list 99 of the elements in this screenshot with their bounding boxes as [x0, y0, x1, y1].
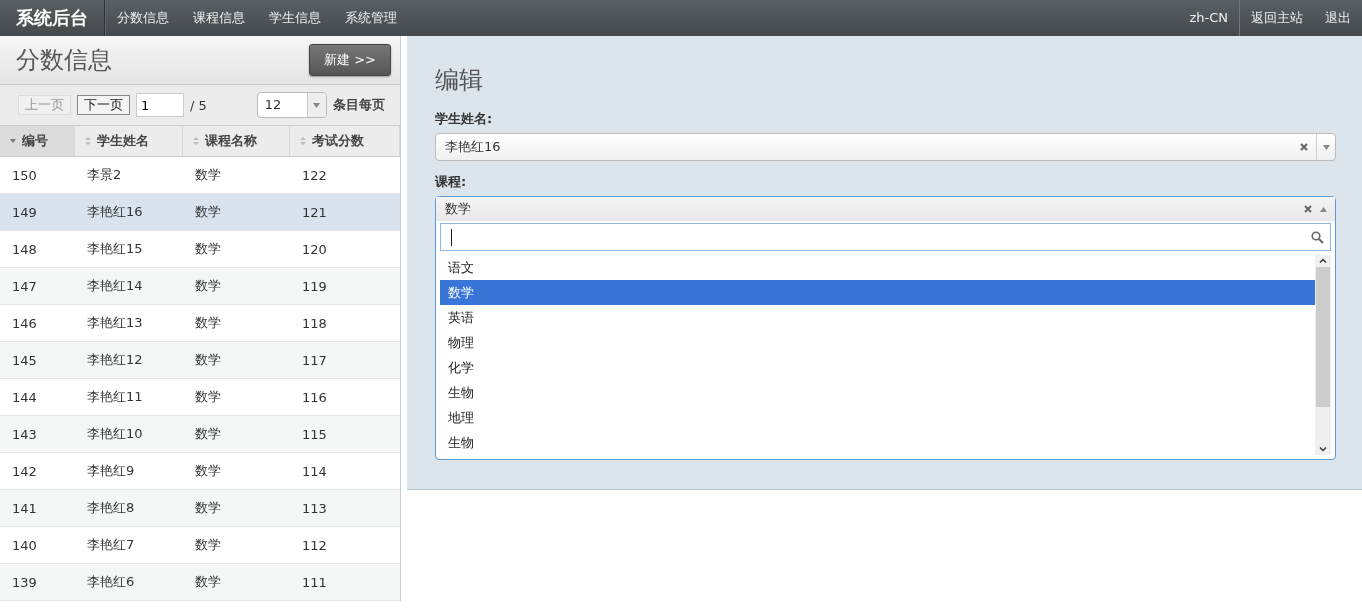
dropdown-option[interactable]: 英语	[440, 305, 1315, 330]
table-cell-text: 122	[301, 167, 328, 183]
table-cell-text: 数学	[194, 462, 222, 480]
dropdown-option[interactable]: 数学	[440, 280, 1315, 305]
table-cell-text: 112	[301, 537, 328, 553]
table-cell-text: 数学	[194, 536, 222, 554]
column-header[interactable]: 课程名称	[183, 126, 290, 156]
column-header[interactable]: 编号	[0, 126, 75, 156]
chevron-down-icon	[1319, 447, 1327, 452]
table-row[interactable]: 141 李艳红8 数学 113	[0, 490, 400, 527]
nav-link[interactable]: zh-CN	[1178, 0, 1239, 36]
caret-up-icon	[1320, 206, 1327, 212]
table-cell-text: 李艳红14	[86, 277, 144, 295]
dropdown-option[interactable]: 语文	[440, 255, 1315, 280]
caret-icon	[313, 102, 321, 108]
sort-icon	[193, 137, 199, 145]
page-input[interactable]: 1	[136, 93, 184, 117]
table-cell-text: 李景2	[86, 166, 123, 184]
table-cell-text: 李艳红7	[86, 536, 136, 554]
table-cell-text: 141	[11, 500, 38, 516]
nav-link[interactable]: 分数信息	[105, 0, 181, 36]
course-select[interactable]: 数学 语文 数学 英语 物理 化学 生物 地理 生物	[435, 196, 1336, 460]
table-row[interactable]: 145 李艳红12 数学 117	[0, 342, 400, 379]
table-cell-text: 149	[11, 204, 38, 220]
table-cell-text: 148	[11, 241, 38, 257]
table-cell-text: 119	[301, 278, 328, 294]
field-label: 课程:	[435, 173, 468, 191]
dropdown-option[interactable]: 物理	[440, 330, 1315, 355]
table-cell-text: 李艳红6	[86, 573, 136, 591]
table-row[interactable]: 143 李艳红10 数学 115	[0, 416, 400, 453]
table-cell-text: 139	[11, 574, 38, 590]
sort-icon	[85, 137, 91, 145]
table-cell-text: 150	[11, 167, 38, 183]
table-cell-text: 李艳红13	[86, 314, 144, 332]
table-cell-text: 113	[301, 500, 328, 516]
edit-title: 编辑	[435, 65, 484, 96]
clear-icon[interactable]	[1304, 205, 1312, 213]
field-label: 学生姓名:	[435, 110, 494, 128]
column-header[interactable]: 考试分数	[290, 126, 400, 156]
search-field[interactable]	[440, 223, 1331, 251]
column-header[interactable]: 学生姓名	[75, 126, 183, 156]
table-cell-text: 数学	[194, 499, 222, 517]
table-cell-text: 数学	[194, 573, 222, 591]
chevron-up-icon	[1319, 258, 1327, 263]
search-icon	[1311, 230, 1324, 244]
nav-link[interactable]: 课程信息	[181, 0, 257, 36]
table-cell-text: 李艳红16	[86, 203, 144, 221]
table-cell-text: 114	[301, 463, 328, 479]
student-select[interactable]: 李艳红16	[435, 133, 1336, 161]
page-size-label: 条目每页	[332, 96, 385, 114]
dropdown-option[interactable]: 生物	[440, 430, 1315, 455]
table-cell-text: 145	[11, 352, 38, 368]
table-cell-text: 115	[301, 426, 328, 442]
table-cell-text: 李艳红9	[86, 462, 136, 480]
dropdown-option[interactable]: 化学	[440, 355, 1315, 380]
clear-icon[interactable]	[1300, 143, 1308, 151]
table-cell-text: 121	[301, 204, 328, 220]
table-cell-text: 李艳红15	[86, 240, 144, 258]
table-cell-text: 143	[11, 426, 38, 442]
table-cell-text: 116	[301, 389, 328, 405]
table-cell-text: 111	[301, 574, 328, 590]
table-cell-text: 李艳红10	[86, 425, 144, 443]
table-cell-text: 120	[301, 241, 328, 257]
table-cell-text: 李艳红8	[86, 499, 136, 517]
table-row[interactable]: 149 李艳红16 数学 121	[0, 194, 400, 231]
new-button[interactable]: 新建 >>	[309, 44, 391, 76]
table-cell-text: 数学	[194, 240, 222, 258]
next-page-button[interactable]: 下一页	[77, 95, 130, 115]
table-cell-text: 140	[11, 537, 38, 553]
table-cell-text: 李艳红12	[86, 351, 144, 369]
table-cell-text: 146	[11, 315, 38, 331]
table-cell-text: 数学	[194, 166, 222, 184]
caret-icon	[1322, 144, 1330, 150]
table-cell-text: 数学	[194, 425, 222, 443]
page-size-select[interactable]: 12	[256, 92, 327, 118]
table-cell-text: 李艳红11	[86, 388, 144, 406]
table-cell-text: 数学	[194, 388, 222, 406]
table-row[interactable]: 139 李艳红6 数学 111	[0, 564, 400, 601]
nav-link[interactable]: 退出	[1314, 0, 1362, 36]
table-cell-text: 147	[11, 278, 38, 294]
panel-title: 分数信息	[16, 45, 112, 76]
scrollbar[interactable]	[1315, 255, 1331, 455]
table-cell-text: 117	[301, 352, 328, 368]
table-row[interactable]: 147 李艳红14 数学 119	[0, 268, 400, 305]
table-cell-text: 数学	[194, 351, 222, 369]
nav-link[interactable]: 学生信息	[257, 0, 333, 36]
table-cell-text: 142	[11, 463, 38, 479]
table-cell-text: 数学	[194, 203, 222, 221]
dropdown-option[interactable]: 生物	[440, 380, 1315, 405]
table-cell-text: 118	[301, 315, 328, 331]
page-total: / 5	[190, 97, 207, 113]
scrollbar-thumb[interactable]	[1316, 267, 1330, 407]
table-cell-text: 144	[11, 389, 38, 405]
nav-link[interactable]: 系统管理	[333, 0, 409, 36]
sort-icon	[300, 137, 306, 145]
table-cell-text: 数学	[194, 314, 222, 332]
table-cell-text: 数学	[194, 277, 222, 295]
sort-desc-icon	[10, 139, 16, 143]
dropdown-option[interactable]: 地理	[440, 405, 1315, 430]
